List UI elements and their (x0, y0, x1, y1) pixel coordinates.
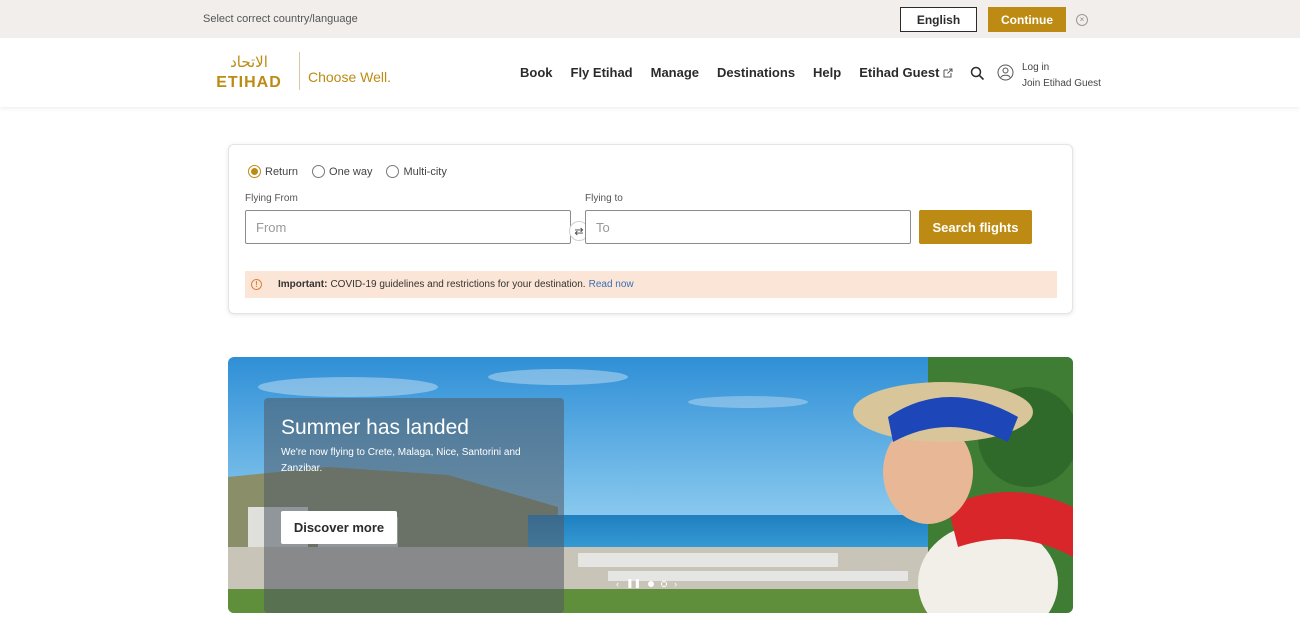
read-now-link[interactable]: Read now (589, 279, 634, 290)
external-link-icon (943, 68, 953, 78)
trip-one-way[interactable]: One way (312, 165, 372, 178)
join-link[interactable]: Join Etihad Guest (1022, 76, 1101, 92)
to-input[interactable] (585, 210, 911, 244)
nav-destinations[interactable]: Destinations (717, 65, 795, 80)
nav-etihad-guest[interactable]: Etihad Guest (859, 65, 953, 80)
hero-title: Summer has landed (281, 416, 469, 439)
close-icon[interactable]: × (1076, 14, 1088, 26)
radio-return[interactable] (248, 165, 261, 178)
search-flights-button[interactable]: Search flights (919, 210, 1032, 244)
country-bar-label: Select correct country/language (203, 13, 358, 25)
from-label: Flying From (245, 193, 298, 204)
carousel-dot-1[interactable] (648, 580, 655, 587)
carousel-pause-icon[interactable]: ❚❚ (626, 578, 641, 589)
nav-book[interactable]: Book (520, 65, 553, 80)
nav-fly-etihad[interactable]: Fly Etihad (571, 65, 633, 80)
notice-strong: Important: (278, 279, 328, 290)
trip-type-selector: Return One way Multi-city (248, 165, 461, 178)
covid-notice: ! Important: COVID-19 guidelines and res… (245, 271, 1057, 298)
from-input[interactable] (245, 210, 571, 244)
radio-multi-city[interactable] (386, 165, 400, 178)
nav-manage[interactable]: Manage (651, 65, 699, 80)
carousel-next-icon[interactable]: › (674, 579, 677, 589)
nav-etihad-guest-label: Etihad Guest (859, 65, 940, 80)
radio-one-way[interactable] (312, 165, 326, 178)
carousel-controls: ‹ ❚❚ › (616, 578, 684, 589)
logo-arabic: الاتحاد (230, 53, 268, 71)
to-label: Flying to (585, 193, 623, 204)
site-header: الاتحاد ETIHAD Choose Well. Book Fly Eti… (0, 38, 1300, 107)
language-button[interactable]: English (900, 7, 977, 32)
trip-return[interactable]: Return (248, 165, 298, 178)
etihad-logo[interactable]: الاتحاد ETIHAD (203, 50, 295, 94)
tagline: Choose Well. (308, 69, 392, 85)
warning-icon: ! (251, 279, 262, 290)
carousel-dot-2[interactable] (661, 580, 668, 587)
continue-button[interactable]: Continue (988, 7, 1066, 32)
trip-one-way-label: One way (329, 165, 373, 178)
hero-card: Summer has landed We're now flying to Cr… (264, 398, 564, 613)
main-nav: Book Fly Etihad Manage Destinations Help… (520, 65, 971, 80)
trip-return-label: Return (265, 165, 299, 178)
trip-multi-city-label: Multi-city (403, 165, 447, 178)
hero-text: We're now flying to Crete, Malaga, Nice,… (281, 447, 521, 474)
search-icon[interactable] (970, 66, 985, 81)
notice-text: COVID-19 guidelines and restrictions for… (330, 279, 586, 290)
logo-divider (299, 52, 300, 90)
login-area: Log in Join Etihad Guest (1022, 60, 1101, 92)
trip-multi-city[interactable]: Multi-city (386, 165, 447, 178)
login-link[interactable]: Log in (1022, 60, 1101, 76)
user-icon[interactable] (997, 64, 1014, 81)
carousel-prev-icon[interactable]: ‹ (616, 579, 619, 589)
flight-booking-widget: Return One way Multi-city Flying From ⇄ … (228, 144, 1073, 314)
discover-more-button[interactable]: Discover more (281, 511, 397, 544)
nav-help[interactable]: Help (813, 65, 841, 80)
logo-text: ETIHAD (216, 74, 282, 91)
country-language-bar: Select correct country/language English … (0, 0, 1300, 38)
hero-banner: Summer has landed We're now flying to Cr… (228, 357, 1073, 613)
